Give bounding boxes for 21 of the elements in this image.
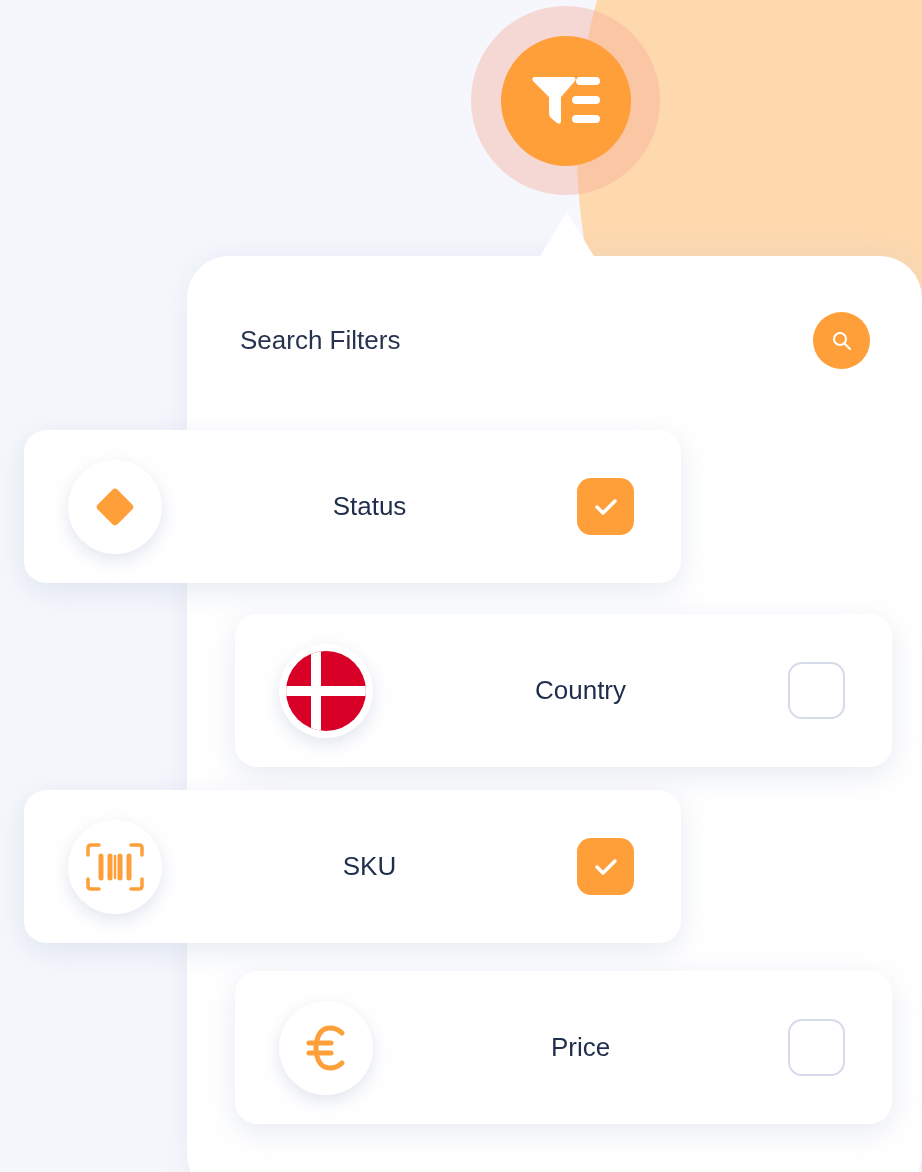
filter-label: Price [549,1031,612,1064]
filter-row[interactable]: Price [235,971,892,1124]
check-icon [593,857,618,876]
checkbox[interactable] [788,662,845,719]
barcode-icon [86,842,144,891]
filter-row[interactable]: Country [235,614,892,767]
filter-label: SKU [341,850,398,883]
check-icon [593,497,618,516]
filter-list-icon [531,76,600,125]
filter-row[interactable]: SKU [24,790,681,943]
search-icon [831,330,852,351]
flag-icon [286,650,366,731]
checkbox[interactable] [577,478,634,535]
panel-title: Search Filters [240,324,401,357]
filter-row[interactable]: Status [24,430,681,583]
checkbox[interactable] [788,1019,845,1076]
filter-label: Country [533,674,627,707]
search-button[interactable] [813,312,870,369]
filter-label: Status [331,490,408,523]
euro-icon [306,1024,346,1071]
checkbox[interactable] [577,838,634,895]
